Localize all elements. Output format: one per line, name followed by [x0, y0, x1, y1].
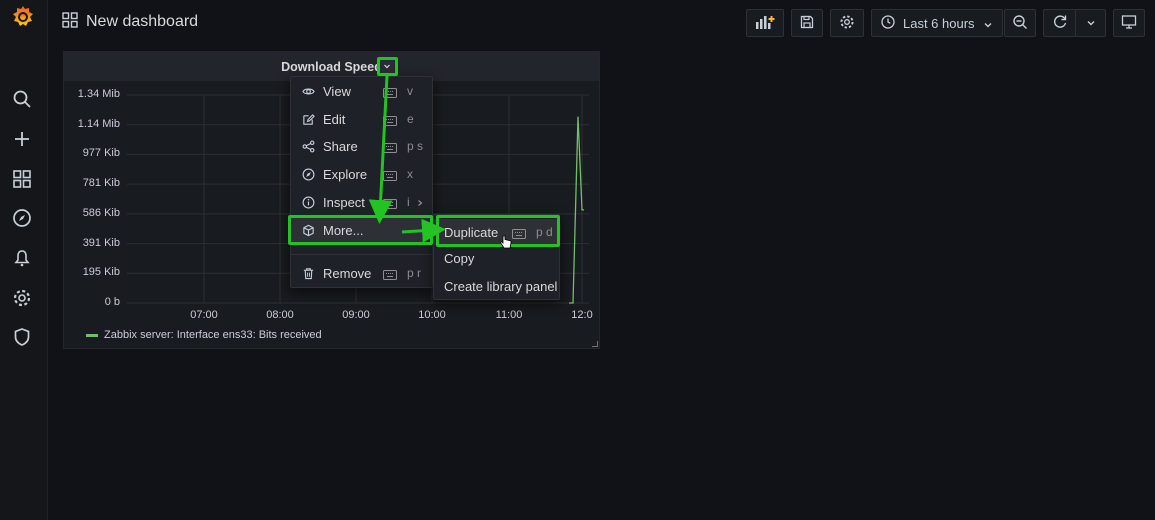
panel-menu: View v Edit e Share p s Explore x Inspect i More..… [290, 76, 433, 288]
legend-item[interactable]: Zabbix server: Interface ens33: Bits rec… [86, 329, 322, 341]
annotation-highlight-more [288, 215, 433, 245]
y-axis-tick-label: 391 Kib [82, 236, 120, 249]
chevron-down-icon [983, 18, 993, 33]
keyboard-icon [383, 141, 397, 153]
menu-item-label: Explore [323, 166, 368, 182]
dashboard-title-text: New dashboard [86, 13, 199, 30]
keyboard-icon [383, 169, 397, 181]
panel-title[interactable]: Download Speed [281, 60, 382, 74]
menu-item-label: Share [323, 138, 358, 154]
refresh-icon [1052, 14, 1068, 33]
share-icon [301, 139, 315, 153]
x-axis-tick-label: 07:00 [190, 309, 218, 321]
annotation-highlight-trigger [377, 57, 398, 76]
monitor-icon [1121, 14, 1137, 33]
y-axis-tick-label: 0 b [104, 296, 120, 308]
search-icon[interactable] [10, 87, 34, 111]
y-axis-tick-label: 195 Kib [82, 266, 120, 279]
menu-item-shortcut: v [407, 84, 413, 98]
plus-icon[interactable] [10, 127, 34, 151]
panel-menu-item-share[interactable]: Share p s [291, 133, 432, 159]
menu-item-shortcut: i [407, 195, 410, 209]
y-axis-tick-label: 977 Kib [82, 147, 120, 160]
refresh-button[interactable] [1043, 9, 1076, 37]
gear-icon[interactable] [10, 286, 34, 310]
hand-cursor-icon [499, 235, 512, 254]
keyboard-icon [383, 268, 397, 280]
y-axis-tick-label: 1.14 Mib [77, 117, 120, 130]
gear-icon [839, 14, 855, 33]
zoom-out-button[interactable] [1004, 9, 1036, 37]
x-axis-tick-label: 08:00 [266, 309, 294, 321]
eye-icon [301, 84, 315, 98]
y-axis-tick-label: 1.34 Mib [77, 88, 120, 100]
time-range-label: Last 6 hours [903, 15, 975, 31]
x-axis-tick-label: 12:0 [571, 309, 593, 321]
menu-item-shortcut: x [407, 167, 413, 181]
info-icon [301, 195, 315, 209]
resize-handle-icon[interactable] [592, 341, 598, 347]
submenu-item-label: Create library panel [444, 278, 558, 294]
bell-icon[interactable] [10, 246, 34, 270]
keyboard-icon [383, 197, 397, 209]
menu-item-label: View [323, 83, 351, 99]
dashboards-grid-icon[interactable] [10, 167, 34, 191]
clock-icon [881, 14, 895, 32]
y-axis-tick-label: 781 Kib [82, 177, 120, 190]
zoom-out-icon [1012, 14, 1028, 33]
x-axis-tick-label: 11:00 [495, 309, 523, 321]
legend-swatch [86, 333, 98, 337]
y-axis-tick-label: 586 Kib [82, 206, 120, 219]
grafana-logo-icon[interactable] [10, 4, 36, 30]
save-icon [800, 15, 814, 32]
dashboard-settings-button[interactable] [830, 9, 864, 37]
chevron-down-icon [1086, 16, 1096, 31]
tv-mode-button[interactable] [1113, 9, 1145, 37]
keyboard-icon [383, 114, 397, 126]
legend-label: Zabbix server: Interface ens33: Bits rec… [104, 329, 322, 341]
menu-item-label: Remove [323, 265, 372, 281]
submenu-item-label: Copy [444, 250, 475, 266]
menu-item-shortcut: e [407, 112, 414, 126]
panel-menu-item-explore[interactable]: Explore x [291, 161, 432, 187]
add-panel-icon [754, 14, 776, 33]
trash-icon [301, 266, 315, 280]
menu-item-shortcut: p s [407, 139, 424, 153]
refresh-interval-dropdown[interactable] [1075, 9, 1106, 37]
menu-divider [291, 254, 432, 255]
panel-menu-item-view[interactable]: View v [291, 78, 432, 104]
time-range-picker[interactable]: Last 6 hours [871, 9, 1003, 37]
submenu-item-create-library-panel[interactable]: Create library panel [434, 273, 559, 299]
panel-menu-item-inspect[interactable]: Inspect i [291, 189, 432, 215]
dashboard-title[interactable]: New dashboard [62, 10, 198, 34]
add-panel-button[interactable] [746, 9, 784, 37]
x-axis-tick-label: 09:00 [342, 309, 370, 321]
annotation-highlight-duplicate [436, 215, 560, 247]
apps-grid-icon [62, 11, 78, 33]
menu-item-shortcut: p r [407, 266, 422, 280]
shield-icon[interactable] [10, 325, 34, 349]
x-axis-tick-label: 10:00 [418, 309, 446, 321]
edit-icon [301, 112, 315, 126]
compass-icon[interactable] [10, 206, 34, 230]
compass-icon [301, 167, 315, 181]
panel-menu-item-remove[interactable]: Remove p r [291, 260, 432, 286]
menu-item-label: Inspect [323, 194, 365, 210]
save-dashboard-button[interactable] [791, 9, 823, 37]
panel-menu-item-edit[interactable]: Edit e [291, 106, 432, 132]
sidebar [0, 0, 48, 520]
keyboard-icon [383, 86, 397, 98]
chevron-right-icon [416, 195, 424, 210]
submenu-item-copy[interactable]: Copy [434, 245, 559, 271]
menu-item-label: Edit [323, 111, 346, 127]
